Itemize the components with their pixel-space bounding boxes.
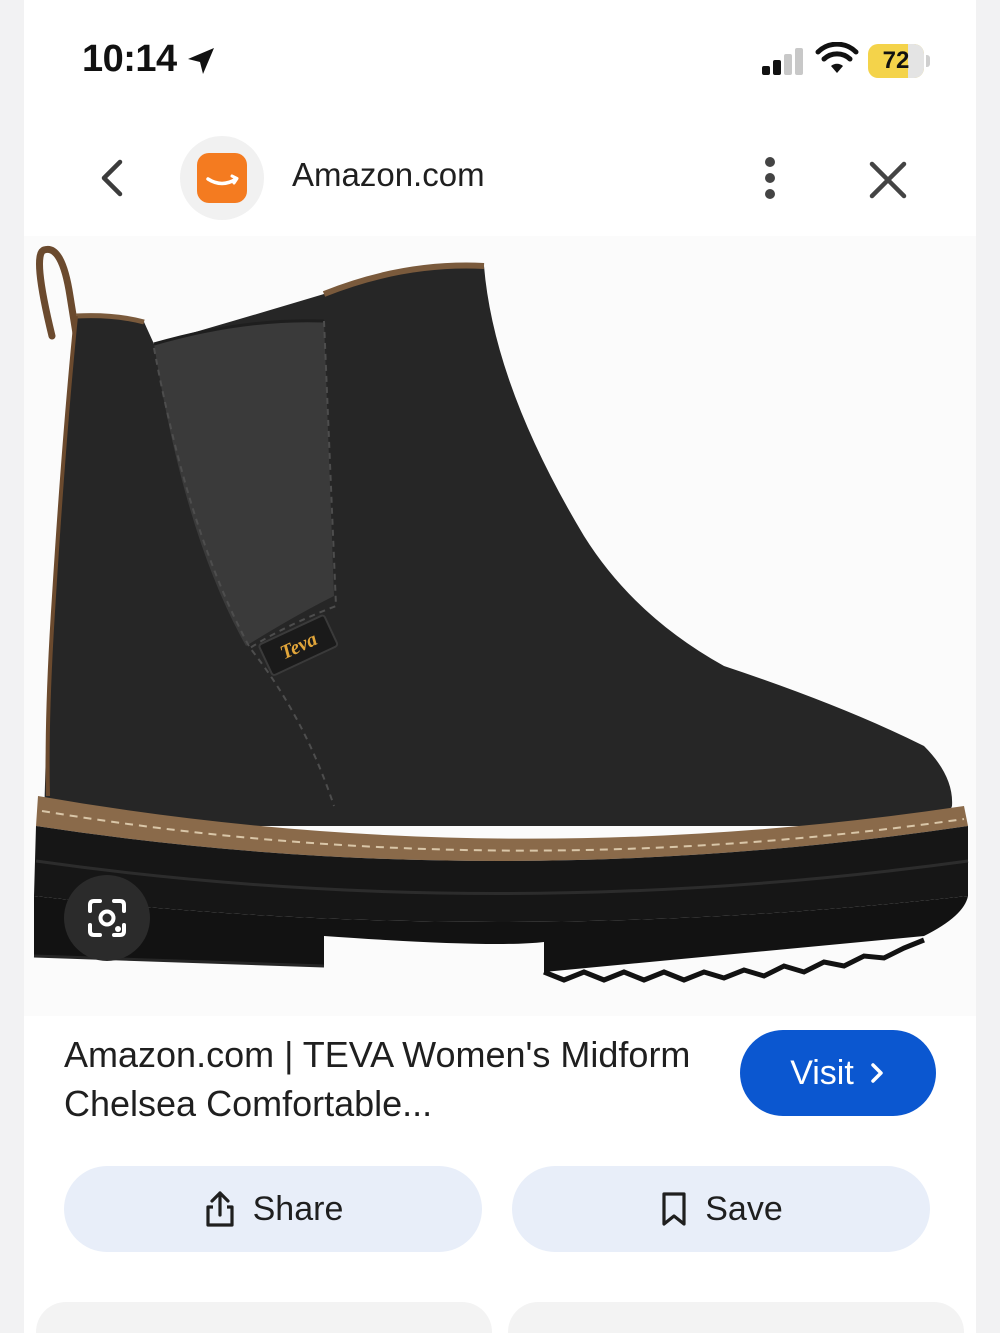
site-name[interactable]: Amazon.com [292, 156, 485, 194]
close-icon[interactable] [862, 154, 914, 206]
share-icon [206, 1191, 234, 1227]
battery-level: 72 [882, 47, 910, 74]
back-chevron-icon [101, 159, 123, 197]
google-lens-button[interactable] [64, 875, 150, 961]
save-label: Save [705, 1189, 783, 1228]
wifi-icon [815, 42, 859, 73]
chelsea-boot-illustration: Teva [33, 245, 969, 983]
amazon-smile-icon [206, 174, 239, 186]
battery-tip [926, 55, 930, 67]
chevron-right-icon [871, 1063, 883, 1083]
viewer-header: Amazon.com [0, 130, 1000, 226]
more-vertical-icon[interactable] [752, 152, 788, 204]
location-arrow-icon [188, 48, 214, 74]
save-button[interactable]: Save [512, 1166, 930, 1252]
amazon-favicon [197, 153, 247, 203]
cellular-signal-icon [762, 48, 803, 75]
status-bar: 10:14 72 [0, 0, 1000, 120]
visit-button[interactable]: Visit [740, 1030, 936, 1116]
status-time: 10:14 [82, 38, 177, 80]
share-button[interactable]: Share [64, 1166, 482, 1252]
battery-icon: 72 [868, 44, 930, 78]
visit-label: Visit [790, 1053, 854, 1092]
result-title[interactable]: Amazon.com | TEVA Women's Midform Chelse… [64, 1030, 704, 1128]
related-card-left[interactable] [36, 1302, 492, 1333]
back-button[interactable] [88, 152, 136, 204]
share-label: Share [252, 1189, 344, 1228]
product-image[interactable]: Teva [24, 236, 976, 1016]
google-lens-icon [88, 899, 126, 937]
related-card-right[interactable] [508, 1302, 964, 1333]
site-favicon-button[interactable] [180, 136, 264, 220]
bookmark-icon [662, 1192, 686, 1226]
